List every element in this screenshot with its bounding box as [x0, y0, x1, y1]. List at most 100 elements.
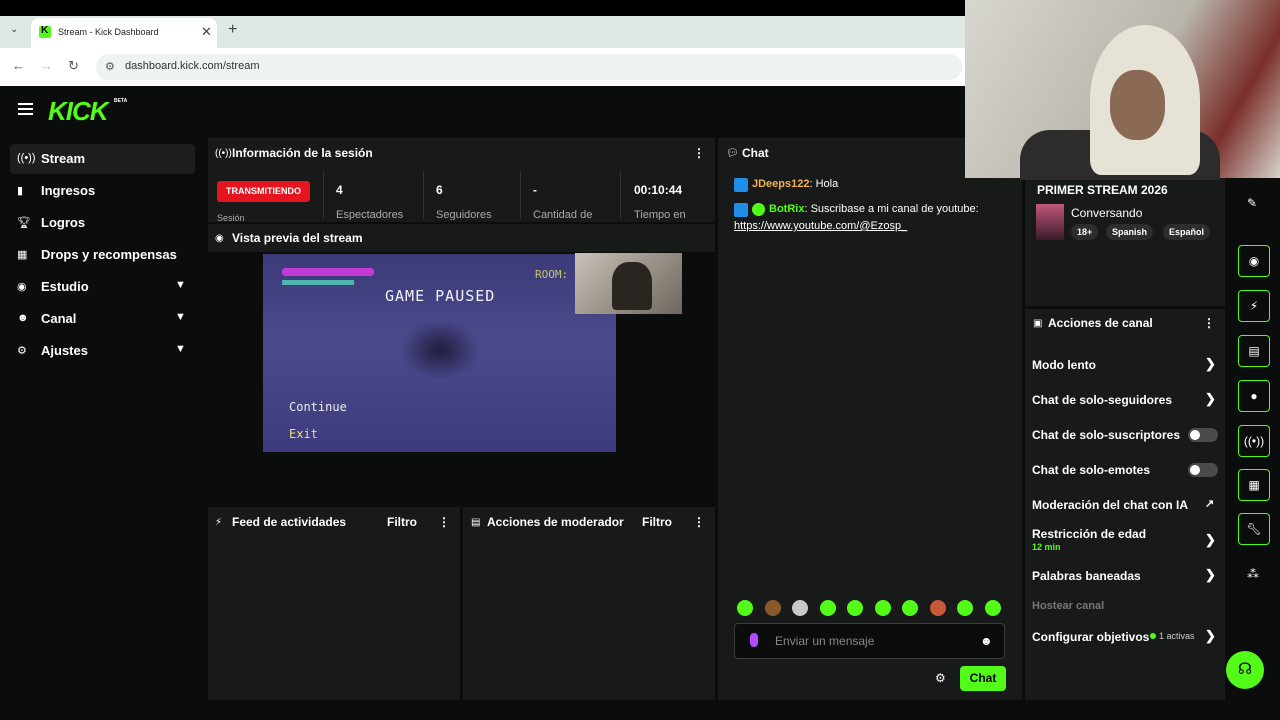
tab-search-chevron-icon[interactable]: ⌄: [10, 24, 18, 35]
category-name[interactable]: Conversando: [1071, 206, 1142, 220]
tab-close-icon[interactable]: ✕: [201, 24, 212, 40]
kick-logo[interactable]: KICK: [48, 96, 109, 127]
clipboard-icon: ▤: [471, 517, 481, 528]
support-headset-icon[interactable]: ☊: [1226, 651, 1264, 689]
chat-link[interactable]: https://www.youtube.com/@Ezosp_: [734, 220, 907, 232]
chevron-right-icon[interactable]: ❯: [1205, 532, 1216, 548]
kebab-menu-icon[interactable]: ⋮: [438, 515, 450, 529]
kebab-menu-icon[interactable]: ⋮: [693, 515, 705, 529]
chevron-down-icon: ▼: [175, 311, 186, 323]
sidebar-item-ingresos[interactable]: ▮ Ingresos: [10, 176, 195, 206]
emote-icon[interactable]: [820, 600, 836, 616]
sidebar-item-logros[interactable]: 🏆︎ Logros: [10, 208, 195, 238]
chevron-right-icon[interactable]: ❯: [1205, 391, 1216, 407]
emoji-picker-icon[interactable]: ☻: [980, 634, 993, 648]
game-room-text: ROOM:: [535, 268, 569, 281]
followers-only-row[interactable]: Chat de solo-seguidores: [1032, 393, 1172, 407]
chevron-right-icon[interactable]: ❯: [1205, 567, 1216, 583]
browser-tab[interactable]: Stream - Kick Dashboard ✕: [31, 18, 217, 48]
slow-mode-row[interactable]: Modo lento: [1032, 358, 1096, 372]
chat-settings-icon[interactable]: ⚙: [935, 671, 946, 685]
forward-arrow-icon[interactable]: →: [40, 58, 53, 73]
session-info-title: Información de la sesión: [232, 146, 373, 160]
goals-row[interactable]: Configurar objetivos: [1032, 630, 1149, 644]
emote-icon[interactable]: [985, 600, 1001, 616]
sidebar-item-label: Drops y recompensas: [41, 247, 177, 262]
wrench-rail-icon[interactable]: 🔧︎: [1238, 513, 1270, 545]
sidebar-item-canal[interactable]: ☻ Canal ▼: [10, 304, 195, 334]
hamburger-menu-icon[interactable]: [18, 103, 33, 115]
live-status-badge: TRANSMITIENDO: [217, 181, 310, 202]
chevron-right-icon[interactable]: ❯: [1205, 628, 1216, 644]
chat-message: JDeeps122: Hola: [752, 178, 838, 190]
send-chat-button[interactable]: Chat: [960, 666, 1006, 691]
emote-icon[interactable]: [902, 600, 918, 616]
sidebar-item-drops[interactable]: ▦ Drops y recompensas: [10, 240, 195, 270]
chat-username[interactable]: JDeeps122: [752, 178, 810, 190]
tag-badge: 18+: [1071, 224, 1099, 240]
mod-actions-panel: [463, 507, 715, 700]
chat-badge-icon: [734, 178, 748, 192]
camera-rail-icon[interactable]: ◉: [1238, 245, 1270, 277]
reload-icon[interactable]: ↻: [68, 58, 79, 74]
health-bar: [282, 268, 374, 276]
game-exit-text: Exit: [289, 427, 318, 441]
back-arrow-icon[interactable]: ←: [12, 58, 25, 73]
sidebar-item-ajustes[interactable]: ⚙ Ajustes ▼: [10, 336, 195, 366]
mod-filter-button[interactable]: Filtro: [642, 515, 672, 529]
mana-bar: [282, 280, 354, 285]
gift-icon: ▦: [17, 249, 28, 261]
viewers-label: Espectadores: [336, 209, 404, 220]
broadcast-icon: ((•)): [215, 148, 232, 159]
emotes-only-row: Chat de solo-emotes: [1032, 463, 1151, 477]
banned-words-row[interactable]: Palabras baneadas: [1032, 569, 1141, 583]
sidebar-item-estudio[interactable]: ◉ Estudio ▼: [10, 272, 195, 302]
chat-bubble-icon: 💬︎: [726, 148, 739, 159]
chat-username[interactable]: BotRix: [769, 203, 804, 215]
activity-filter-button[interactable]: Filtro: [387, 515, 417, 529]
chat-title: Chat: [742, 146, 769, 160]
subscribers-only-row: Chat de solo-suscriptores: [1032, 428, 1181, 442]
age-restriction-row[interactable]: Restricción de edad: [1032, 527, 1146, 541]
emotes-only-toggle[interactable]: [1188, 463, 1218, 477]
emote-icon[interactable]: [930, 600, 946, 616]
game-shadow: [400, 320, 480, 380]
chevron-down-icon: ▼: [175, 343, 186, 355]
apps-icon[interactable]: ⁂: [1247, 567, 1259, 581]
emote-icon[interactable]: [957, 600, 973, 616]
emote-icon[interactable]: [765, 600, 781, 616]
emote-icon[interactable]: [792, 600, 808, 616]
chat-rail-icon[interactable]: ●: [1238, 380, 1270, 412]
ai-moderation-row[interactable]: Moderación del chat con IA: [1032, 498, 1188, 512]
active-indicator: [1150, 633, 1156, 639]
microphone-icon[interactable]: [750, 633, 758, 647]
kebab-menu-icon[interactable]: ⋮: [693, 146, 705, 160]
emote-icon[interactable]: [737, 600, 753, 616]
url-text[interactable]: dashboard.kick.com/stream: [125, 60, 260, 72]
channel-actions-title: Acciones de canal: [1048, 316, 1153, 330]
site-settings-icon[interactable]: ⚙: [105, 60, 115, 73]
kebab-menu-icon[interactable]: ⋮: [1203, 316, 1215, 330]
status-label: Sesión: [217, 213, 245, 221]
sidebar-item-label: Canal: [41, 311, 77, 326]
lightning-rail-icon[interactable]: ⚡︎: [1238, 290, 1270, 322]
game-continue-text: Continue: [289, 400, 347, 414]
uptime-value: 00:10:44: [634, 183, 683, 197]
host-channel-row[interactable]: Hostear canal: [1032, 600, 1104, 612]
emote-icon[interactable]: [875, 600, 891, 616]
tab-title: Stream - Kick Dashboard: [58, 27, 159, 37]
external-link-icon[interactable]: ↗: [1205, 497, 1214, 510]
edit-pencil-icon[interactable]: ✎: [1247, 196, 1257, 210]
layout-rail-icon[interactable]: ▦: [1238, 469, 1270, 501]
activity-feed-title: Feed de actividades: [232, 515, 347, 529]
users-icon: ☻: [17, 312, 29, 324]
new-tab-icon[interactable]: +: [228, 21, 237, 39]
viewers-count: 4: [336, 183, 343, 197]
chevron-right-icon[interactable]: ❯: [1205, 356, 1216, 372]
broadcast-rail-icon[interactable]: ((•)): [1238, 425, 1270, 457]
subscribers-only-toggle[interactable]: [1188, 428, 1218, 442]
clipboard-rail-icon[interactable]: ▤: [1238, 335, 1270, 367]
emote-icon[interactable]: [847, 600, 863, 616]
chat-input[interactable]: Enviar un mensaje: [775, 634, 874, 648]
sidebar-item-stream[interactable]: ((•)) Stream: [10, 144, 195, 174]
